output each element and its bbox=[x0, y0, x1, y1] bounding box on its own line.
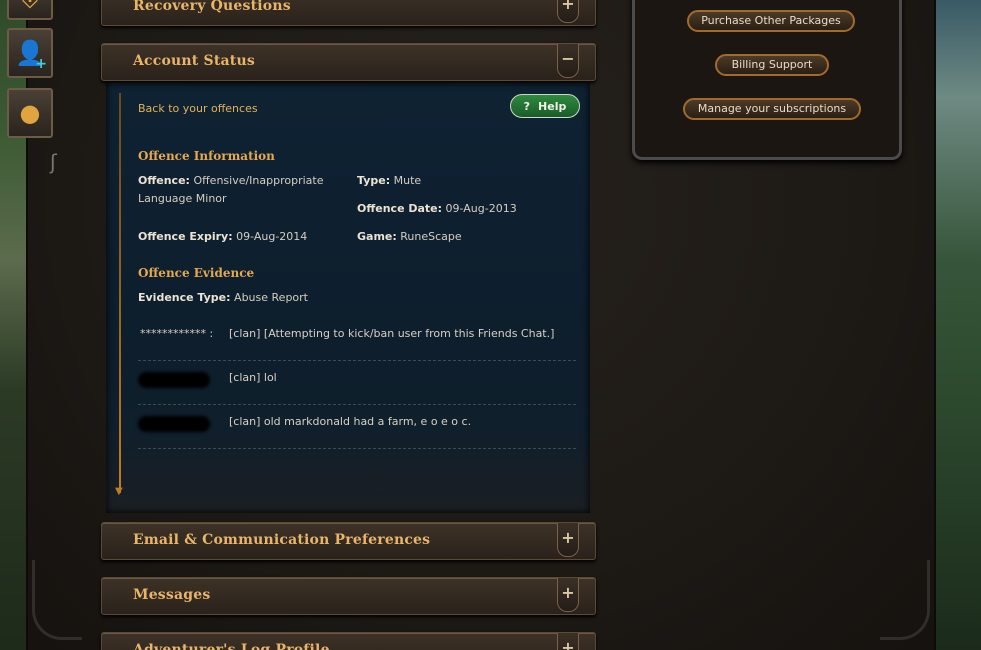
adventurers-log-header[interactable]: Adventurer's Log Profile + bbox=[101, 632, 596, 650]
evidence-type-label: Evidence Type: bbox=[138, 291, 231, 304]
billing-support-button[interactable]: Billing Support bbox=[715, 54, 829, 76]
add-friend-icon[interactable]: 👤 + bbox=[7, 28, 53, 78]
game-field: Game: RuneScape bbox=[357, 228, 462, 246]
recovery-questions-title: Recovery Questions bbox=[133, 0, 291, 14]
purchase-packages-button[interactable]: Purchase Other Packages bbox=[687, 10, 855, 32]
chat-message: [clan] old markdonald had a farm, e o e … bbox=[229, 415, 472, 428]
back-to-offences-link[interactable]: Back to your offences bbox=[138, 102, 258, 115]
corner-ornament-right bbox=[880, 560, 930, 640]
offence-info-heading: Offence Information bbox=[138, 149, 275, 163]
offence-label: Offence: bbox=[138, 174, 190, 187]
shield-icon[interactable]: ⛨ bbox=[7, 0, 53, 20]
offence-field: Offence: Offensive/Inappropriate Languag… bbox=[138, 172, 338, 208]
offence-expiry-value: 09-Aug-2014 bbox=[236, 230, 308, 243]
expand-icon[interactable]: + bbox=[557, 0, 579, 23]
chat-message: [clan] [Attempting to kick/ban user from… bbox=[229, 327, 555, 340]
recovery-questions-header[interactable]: Recovery Questions + bbox=[101, 0, 596, 26]
type-label: Type: bbox=[357, 174, 391, 187]
help-icon: ? bbox=[523, 99, 531, 113]
game-value: RuneScape bbox=[400, 230, 462, 243]
side-icon-column: ⛨ 👤 + ● ʃ bbox=[6, 0, 57, 650]
chat-name: ************ : bbox=[140, 327, 214, 340]
chat-row: ************ : [clan] [Attempting to kic… bbox=[138, 317, 576, 361]
offence-date-label: Offence Date: bbox=[357, 202, 443, 215]
expand-icon[interactable]: + bbox=[557, 523, 579, 557]
chat-row: [clan] lol bbox=[138, 361, 576, 405]
timeline-tip: ▼ bbox=[115, 486, 123, 497]
messages-header[interactable]: Messages + bbox=[101, 577, 596, 615]
offence-date-field: Offence Date: 09-Aug-2013 bbox=[357, 200, 517, 218]
manage-subscriptions-button[interactable]: Manage your subscriptions bbox=[683, 98, 861, 120]
collapse-icon[interactable]: − bbox=[557, 44, 579, 78]
bomb-icon[interactable]: ● bbox=[7, 88, 53, 138]
help-button[interactable]: ? Help bbox=[510, 94, 580, 118]
adventurers-log-title: Adventurer's Log Profile bbox=[133, 642, 330, 650]
account-status-title: Account Status bbox=[133, 53, 255, 69]
chat-row: [clan] old markdonald had a farm, e o e … bbox=[138, 405, 576, 449]
evidence-type-value: Abuse Report bbox=[234, 291, 308, 304]
chat-message: [clan] lol bbox=[229, 371, 277, 384]
help-label: Help bbox=[538, 99, 567, 113]
redacted-name bbox=[138, 416, 210, 432]
hook-ornament: ʃ bbox=[50, 150, 57, 174]
expand-icon[interactable]: + bbox=[557, 578, 579, 612]
timeline-line bbox=[119, 93, 121, 493]
account-status-header[interactable]: Account Status − bbox=[101, 43, 596, 81]
redacted-name bbox=[138, 372, 210, 388]
offence-expiry-field: Offence Expiry: 09-Aug-2014 bbox=[138, 228, 307, 246]
type-value: Mute bbox=[393, 174, 422, 187]
expand-icon[interactable]: + bbox=[557, 633, 579, 650]
packages-box: Purchase Other Packages Billing Support … bbox=[632, 0, 902, 160]
evidence-type-field: Evidence Type: Abuse Report bbox=[138, 289, 308, 307]
type-field: Type: Mute bbox=[357, 172, 421, 190]
email-preferences-title: Email & Communication Preferences bbox=[133, 532, 431, 548]
game-label: Game: bbox=[357, 230, 397, 243]
account-status-panel: ▼ Back to your offences ? Help Offence I… bbox=[106, 83, 590, 513]
offence-date-value: 09-Aug-2013 bbox=[445, 202, 517, 215]
messages-title: Messages bbox=[133, 587, 211, 603]
offence-evidence-heading: Offence Evidence bbox=[138, 266, 255, 280]
email-preferences-header[interactable]: Email & Communication Preferences + bbox=[101, 522, 596, 560]
offence-expiry-label: Offence Expiry: bbox=[138, 230, 233, 243]
